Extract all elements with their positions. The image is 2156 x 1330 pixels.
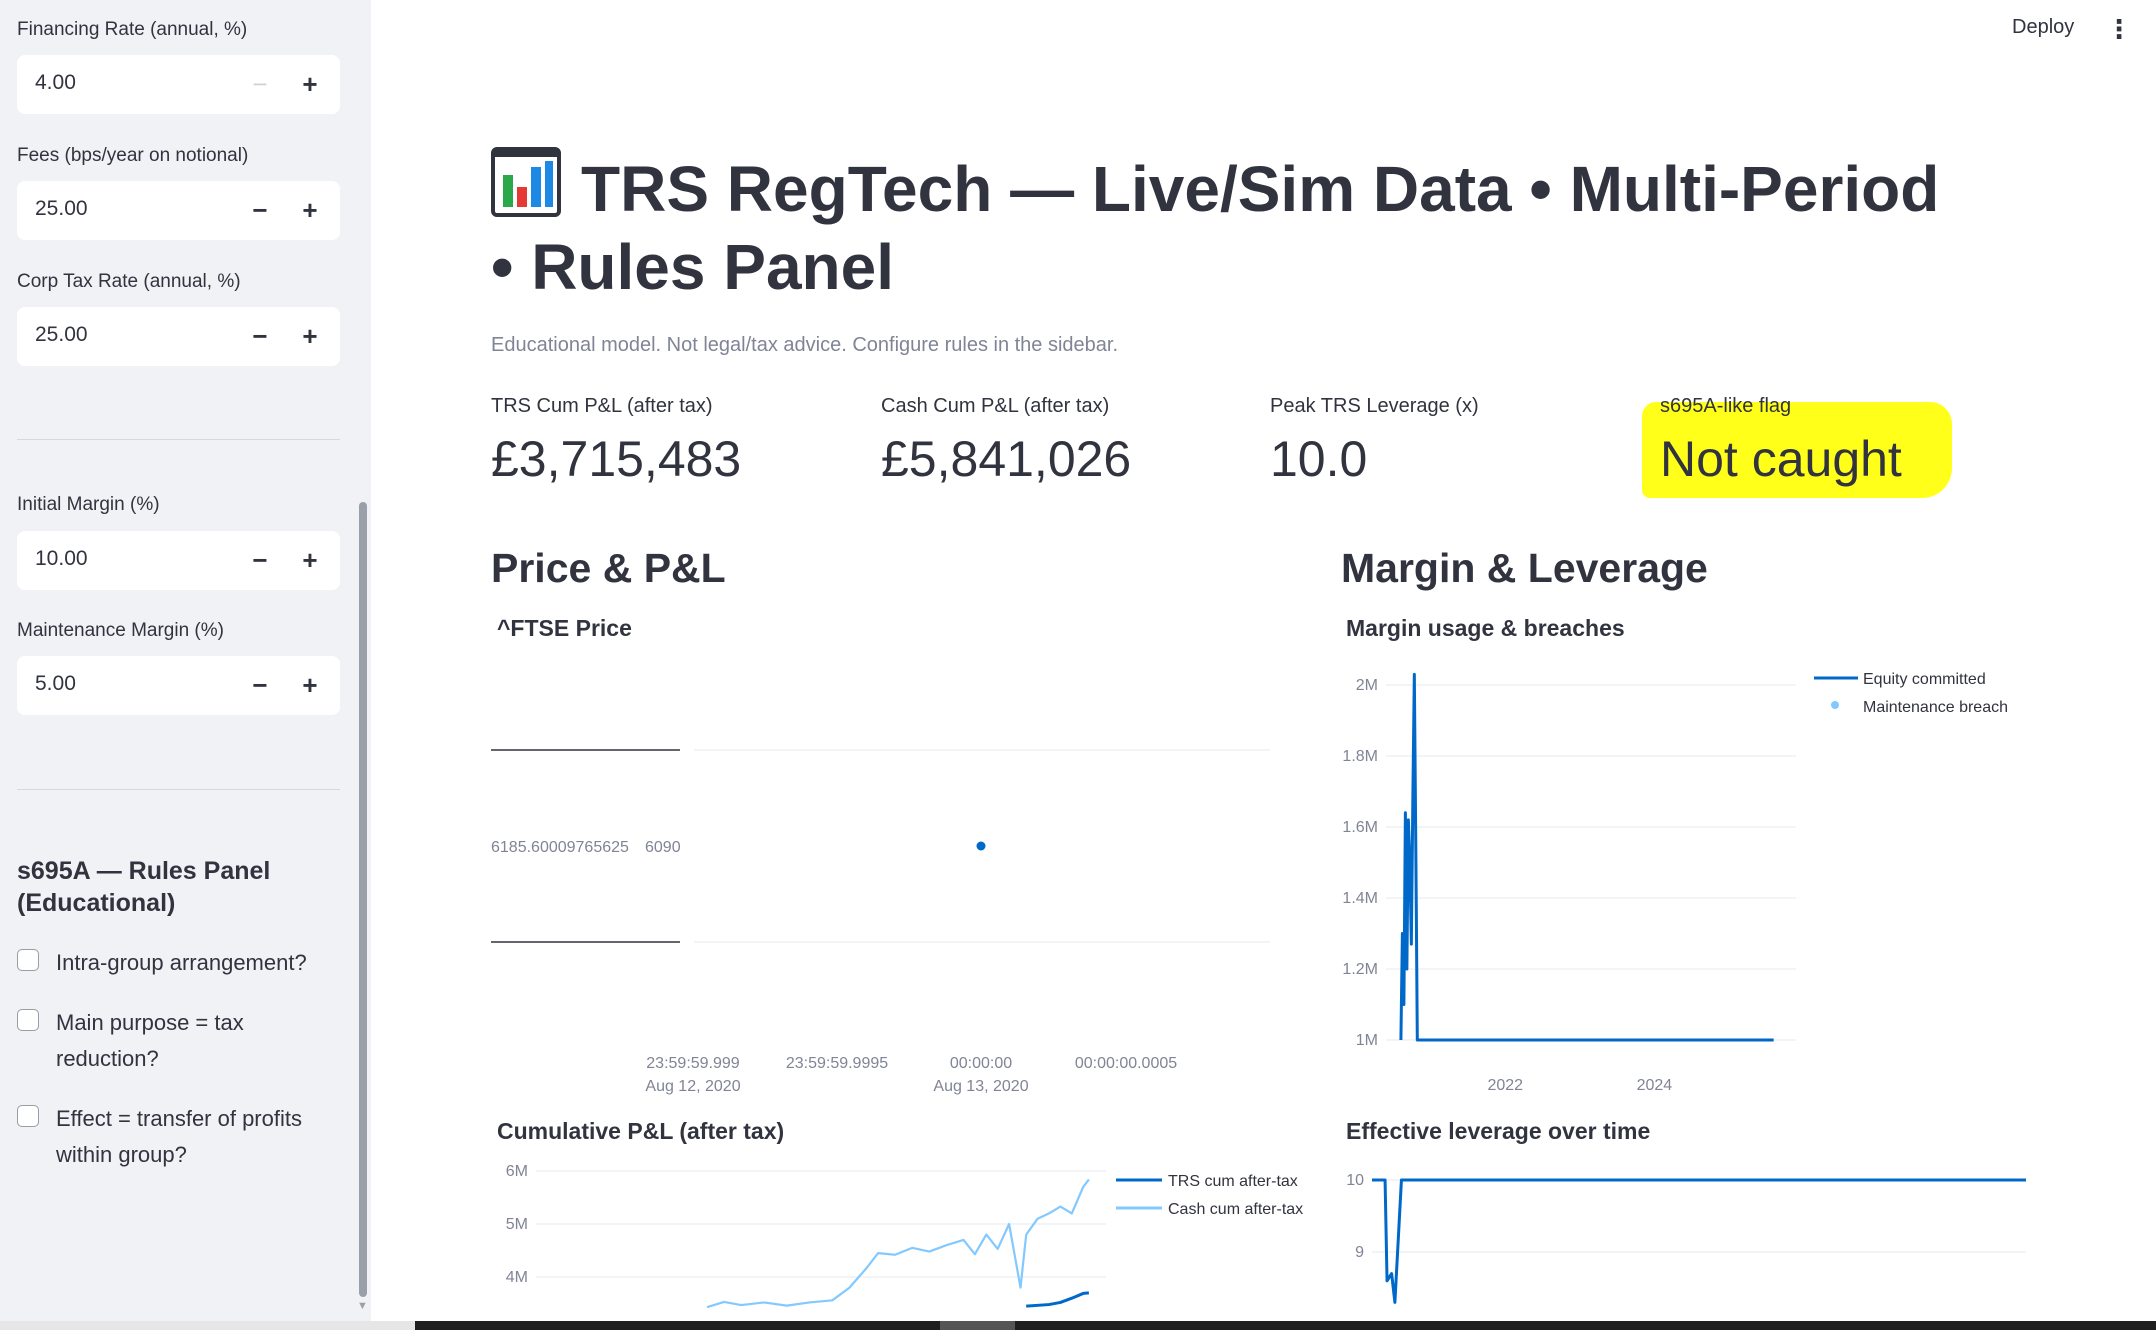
checkbox-icon[interactable] — [17, 949, 39, 971]
page-title-text: TRS RegTech — Live/Sim Data • Multi-Peri… — [491, 153, 1940, 303]
maintenance-margin-label: Maintenance Margin (%) — [17, 620, 224, 641]
cumulative-pnl-chart[interactable]: 4M 5M 6M TRS cum after-tax Cash cum after-ta… — [486, 1152, 1336, 1320]
maintenance-margin-increment-button[interactable]: + — [287, 656, 333, 715]
fees-increment-button[interactable]: + — [287, 181, 333, 240]
financing-rate-increment-button[interactable]: + — [287, 55, 333, 114]
scroll-down-arrow-icon[interactable]: ▼ — [357, 1300, 368, 1312]
maintenance-margin-decrement-button[interactable]: − — [237, 656, 283, 715]
intra-group-checkbox-label[interactable]: Intra-group arrangement? — [56, 945, 346, 981]
equity-committed-line — [1399, 672, 1774, 1042]
y-tick-label: 1M — [1356, 1032, 1378, 1049]
leverage-line — [1372, 1178, 2026, 1304]
more-vertical-icon[interactable]: ⋮ — [2106, 14, 2132, 45]
metric-label: TRS Cum P&L (after tax) — [491, 395, 713, 417]
chart-title: ^FTSE Price — [497, 615, 632, 641]
main-purpose-checkbox-label[interactable]: Main purpose = tax reduction? — [56, 1005, 346, 1077]
metric-label: Peak TRS Leverage (x) — [1270, 395, 1479, 417]
metric-value: £3,715,483 — [491, 431, 742, 487]
corp-tax-label: Corp Tax Rate (annual, %) — [17, 271, 241, 292]
metric-value: £5,841,026 — [881, 431, 1132, 487]
y-tick-label: 10 — [1346, 1172, 1364, 1189]
chart-title: Cumulative P&L (after tax) — [497, 1118, 785, 1144]
x-tick-label: 00:00:00 — [950, 1055, 1012, 1072]
sidebar-divider — [17, 789, 340, 790]
metric-label: Cash Cum P&L (after tax) — [881, 395, 1110, 417]
initial-margin-input[interactable]: 10.00 − + — [17, 531, 340, 590]
y-tick-label: 1.4M — [1342, 890, 1378, 907]
maintenance-margin-input[interactable]: 5.00 − + — [17, 656, 340, 715]
financing-rate-label: Financing Rate (annual, %) — [17, 19, 248, 40]
y-tick-label: 5M — [506, 1216, 528, 1233]
price-point — [976, 841, 986, 851]
financing-rate-decrement-button[interactable]: − — [237, 55, 283, 114]
page-caption: Educational model. Not legal/tax advice.… — [491, 334, 1119, 356]
sidebar-divider — [17, 439, 340, 440]
financing-rate-value[interactable]: 4.00 — [35, 71, 76, 95]
metric-value: Not caught — [1660, 431, 1902, 487]
fees-decrement-button[interactable]: − — [237, 181, 283, 240]
legend-dot-icon — [1831, 701, 1839, 709]
trs-cum-line — [1026, 1291, 1090, 1308]
checkbox-icon[interactable] — [17, 1105, 39, 1127]
sidebar-scrollbar[interactable] — [359, 502, 367, 1297]
section-heading-margin-leverage: Margin & Leverage — [1341, 545, 1708, 591]
x-tick-label: 00:00:00.0005 — [1075, 1055, 1177, 1072]
fees-value[interactable]: 25.00 — [35, 197, 88, 221]
chart-title: Effective leverage over time — [1346, 1118, 1651, 1144]
legend-label: Cash cum after-tax — [1168, 1201, 1303, 1218]
effective-leverage-chart[interactable]: 9 10 — [1336, 1152, 2126, 1320]
x-tick-label: Aug 12, 2020 — [645, 1078, 740, 1095]
y-tick-label: 6185.60009765625 — [491, 839, 629, 856]
ftse-price-chart[interactable]: 6185.60009765625 6090 23:59:59.999 Aug 12, … — [486, 650, 1276, 1100]
financing-rate-input[interactable]: 4.00 − + — [17, 55, 340, 114]
legend-label: Equity committed — [1863, 671, 1986, 688]
metric-label: s695A-like flag — [1660, 395, 1792, 417]
fees-input[interactable]: 25.00 − + — [17, 181, 340, 240]
y-tick-label: 2M — [1356, 677, 1378, 694]
x-tick-label: 23:59:59.999 — [646, 1055, 740, 1072]
x-tick-label: 2024 — [1637, 1077, 1673, 1094]
page-title: TRS RegTech — Live/Sim Data • Multi-Peri… — [491, 147, 1961, 306]
legend-label: TRS cum after-tax — [1168, 1173, 1298, 1190]
y-tick-label: 9 — [1355, 1244, 1364, 1261]
legend-label: Maintenance breach — [1863, 699, 2008, 716]
y-tick-label: 6090 — [645, 839, 681, 856]
initial-margin-increment-button[interactable]: + — [287, 531, 333, 590]
y-tick-label: 6M — [506, 1163, 528, 1180]
y-tick-label: 1.6M — [1342, 819, 1378, 836]
x-tick-label: 23:59:59.9995 — [786, 1055, 888, 1072]
initial-margin-decrement-button[interactable]: − — [237, 531, 283, 590]
bottom-scrollbar-thumb[interactable] — [940, 1321, 1015, 1330]
y-tick-label: 1.2M — [1342, 961, 1378, 978]
chart-title: Margin usage & breaches — [1346, 615, 1625, 641]
y-tick-label: 4M — [506, 1269, 528, 1286]
rules-panel-heading: s695A — Rules Panel (Educational) — [17, 857, 271, 917]
initial-margin-label: Initial Margin (%) — [17, 494, 160, 515]
effect-transfer-checkbox-label[interactable]: Effect = transfer of profits within grou… — [56, 1101, 346, 1173]
x-tick-label: Aug 13, 2020 — [933, 1078, 1028, 1095]
margin-usage-chart[interactable]: 1M 1.2M 1.4M 1.6M 1.8M 2M 2022 2024 Equity commi… — [1336, 660, 2116, 1100]
bar-chart-icon — [491, 147, 561, 217]
checkbox-icon[interactable] — [17, 1009, 39, 1031]
deploy-button[interactable]: Deploy — [2012, 16, 2074, 39]
fees-label: Fees (bps/year on notional) — [17, 145, 249, 166]
cash-cum-line — [706, 1178, 1090, 1309]
x-tick-label: 2022 — [1487, 1077, 1523, 1094]
sidebar: Financing Rate (annual, %) 4.00 − + Fees… — [0, 0, 371, 1330]
taskbar-strip — [415, 1321, 2156, 1330]
initial-margin-value[interactable]: 10.00 — [35, 547, 88, 571]
metric-value: 10.0 — [1270, 431, 1368, 487]
corp-tax-value[interactable]: 25.00 — [35, 323, 88, 347]
section-heading-price-pnl: Price & P&L — [491, 545, 726, 591]
corp-tax-decrement-button[interactable]: − — [237, 307, 283, 366]
maintenance-margin-value[interactable]: 5.00 — [35, 672, 76, 696]
y-tick-label: 1.8M — [1342, 748, 1378, 765]
corp-tax-input[interactable]: 25.00 − + — [17, 307, 340, 366]
corp-tax-increment-button[interactable]: + — [287, 307, 333, 366]
